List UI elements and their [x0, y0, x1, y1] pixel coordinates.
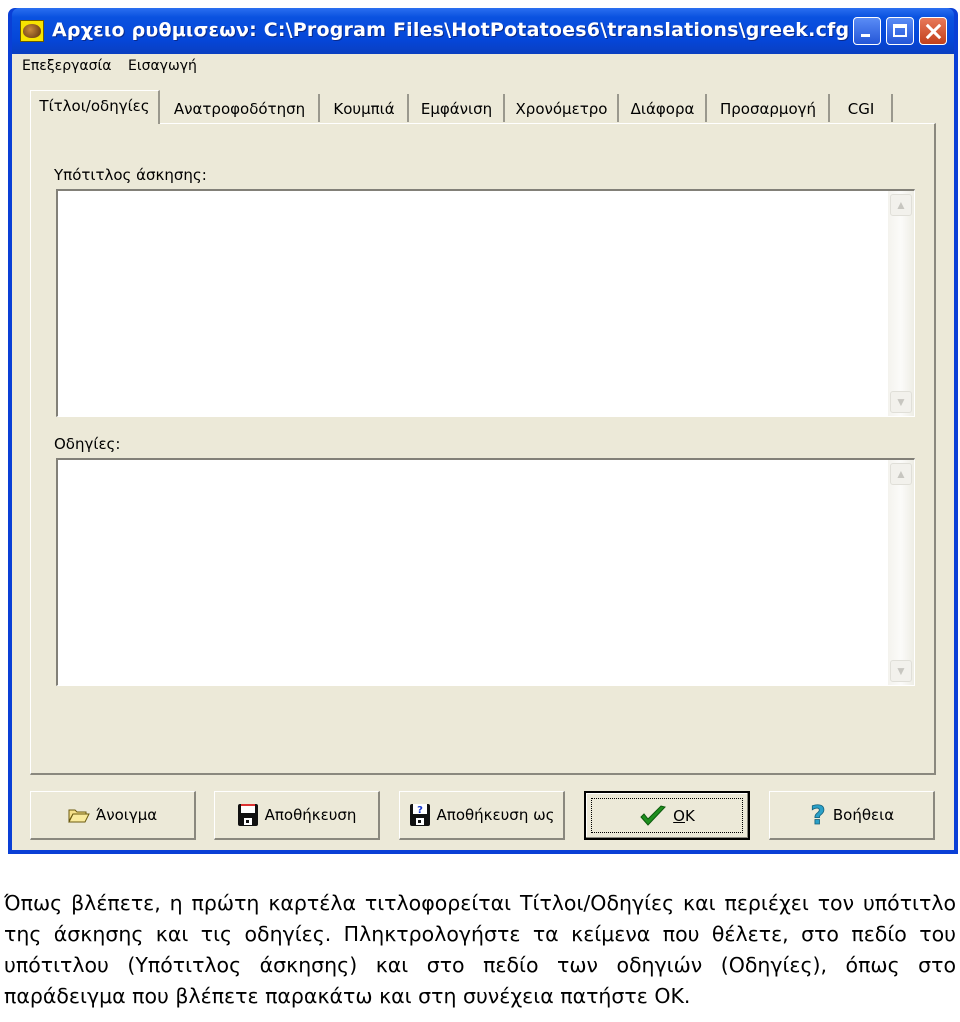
scroll-up-icon[interactable]: ▲ [890, 463, 912, 485]
subtitle-label: Υπότιτλος άσκησης: [54, 166, 207, 184]
tab-appearance[interactable]: Εμφάνιση [410, 94, 505, 122]
question-mark-icon: ? [809, 802, 827, 828]
tab-titles-instructions[interactable]: Τίτλοι/οδηγίες [30, 90, 160, 124]
folder-open-icon [68, 807, 90, 823]
floppy-disk-question-icon: ? [409, 803, 431, 827]
subtitle-textarea[interactable]: ▲ ▼ [56, 189, 915, 417]
focus-rectangle [591, 798, 743, 833]
subtitle-scrollbar[interactable]: ▲ ▼ [888, 191, 914, 416]
instructions-label: Οδηγίες: [54, 435, 121, 453]
minimize-button[interactable] [853, 17, 881, 45]
floppy-disk-icon [237, 803, 259, 827]
menu-bar: Επεξεργασία Εισαγωγή [12, 54, 954, 78]
scroll-down-icon[interactable]: ▼ [890, 391, 912, 413]
help-button[interactable]: ? Βοήθεια [769, 791, 935, 840]
settings-window: Αρχειο ρυθμισεων: C:\Program Files\HotPo… [8, 8, 958, 854]
scroll-up-icon[interactable]: ▲ [890, 194, 912, 216]
instructions-textarea[interactable]: ▲ ▼ [56, 458, 915, 686]
menu-edit[interactable]: Επεξεργασία [22, 58, 111, 74]
tab-panel: Υπότιτλος άσκησης: ▲ ▼ Οδηγίες: ▲ ▼ [30, 123, 936, 775]
tab-buttons[interactable]: Κουμπιά [321, 94, 409, 122]
menu-insert[interactable]: Εισαγωγή [128, 58, 197, 74]
open-button[interactable]: Άνοιγμα [30, 791, 196, 840]
tab-timer[interactable]: Χρονόμετρο [506, 94, 619, 122]
window-client-area: Επεξεργασία Εισαγωγή Τίτλοι/οδηγίες Ανατ… [12, 54, 954, 850]
svg-text:?: ? [810, 802, 825, 828]
maximize-button[interactable] [886, 17, 914, 45]
tab-customize[interactable]: Προσαρμογή [708, 94, 830, 122]
save-as-button-label: Αποθήκευση ως [436, 806, 555, 824]
ok-button[interactable]: OK [584, 791, 750, 840]
instructions-scrollbar[interactable]: ▲ ▼ [888, 460, 914, 685]
close-button[interactable] [919, 17, 947, 45]
tab-other[interactable]: Διάφορα [620, 94, 707, 122]
tab-feedback[interactable]: Ανατροφοδότηση [161, 94, 320, 122]
open-button-label: Άνοιγμα [95, 806, 158, 824]
title-bar[interactable]: Αρχειο ρυθμισεων: C:\Program Files\HotPo… [12, 8, 954, 54]
svg-text:?: ? [417, 805, 423, 816]
explanatory-caption: Όπως βλέπετε, η πρώτη καρτέλα τιτλοφορεί… [4, 891, 956, 1008]
hot-potato-app-icon[interactable] [20, 20, 44, 42]
scroll-down-icon[interactable]: ▼ [890, 660, 912, 682]
help-button-label: Βοήθεια [832, 806, 895, 824]
tab-cgi[interactable]: CGI [831, 94, 893, 122]
save-button-label: Αποθήκευση [264, 806, 357, 824]
save-button[interactable]: Αποθήκευση [214, 791, 380, 840]
save-as-button[interactable]: ? Αποθήκευση ως [399, 791, 565, 840]
window-title: Αρχειο ρυθμισεων: C:\Program Files\HotPo… [52, 19, 850, 41]
